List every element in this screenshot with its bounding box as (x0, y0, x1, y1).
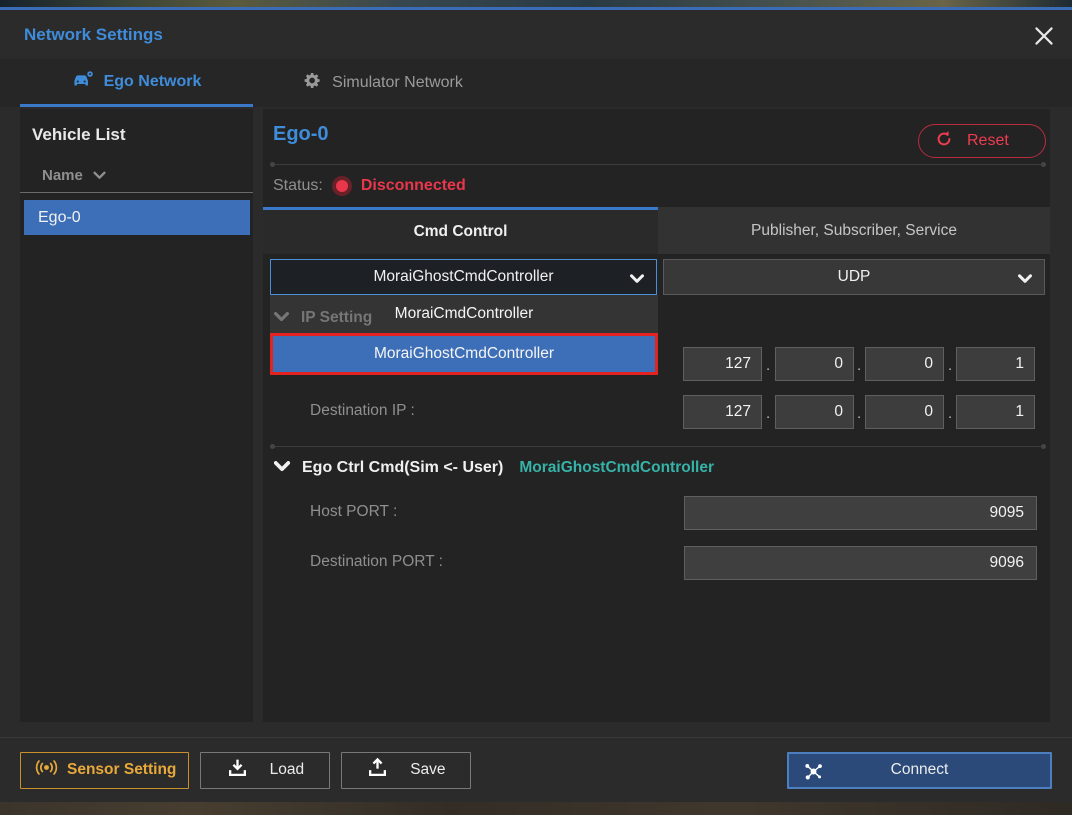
connect-button-label: Connect (891, 761, 949, 779)
ip-octet-input[interactable]: 1 (956, 347, 1035, 381)
ip-octet-input[interactable]: 0 (865, 395, 944, 429)
tab-ego-network[interactable]: Ego Network (20, 59, 253, 107)
dropdown-option-morai-cmd-controller[interactable]: MoraiCmdController (270, 295, 658, 333)
tab-simulator-network[interactable]: Simulator Network (275, 59, 491, 107)
load-button[interactable]: Load (200, 752, 330, 789)
footer-bar: Sensor Setting Load (0, 737, 1072, 802)
subtab-pss-label: Publisher, Subscriber, Service (751, 222, 957, 240)
octet-separator: . (766, 405, 770, 422)
screen: Network Settings Ego Network (0, 0, 1072, 815)
tab-ego-network-label: Ego Network (104, 73, 202, 91)
tab-simulator-network-label: Simulator Network (332, 74, 463, 92)
broadcast-icon (33, 759, 60, 781)
chevron-down-icon (630, 271, 644, 289)
destination-port-label: Destination PORT : (310, 553, 443, 571)
car-icon (72, 70, 94, 93)
cmd-controller-dropdown-options: MoraiCmdController MoraiGhostCmdControll… (270, 295, 658, 375)
dialog-content: Vehicle List Name Ego-0 Ego-0 (0, 107, 1072, 740)
octet-separator: . (948, 357, 952, 374)
destination-ip-label: Destination IP : (310, 402, 415, 420)
active-controller-name: MoraiGhostCmdController (519, 459, 714, 477)
connect-button[interactable]: Connect (787, 752, 1052, 789)
divider (272, 164, 1044, 165)
sensor-setting-label: Sensor Setting (67, 761, 176, 779)
reset-button-label: Reset (967, 132, 1009, 150)
octet-separator: . (948, 405, 952, 422)
gear-icon (303, 71, 322, 95)
save-button-label: Save (410, 761, 445, 779)
status-value: Disconnected (361, 177, 466, 195)
host-port-row: Host PORT : 9095 (263, 496, 1050, 530)
chevron-down-icon (274, 459, 290, 477)
network-nodes-icon (803, 761, 824, 787)
vehicle-list-item-ego-0[interactable]: Ego-0 (24, 200, 250, 235)
status-row: Status: Disconnected (273, 177, 466, 195)
save-button[interactable]: Save (341, 752, 471, 789)
cmd-controller-dropdown-value: MoraiGhostCmdController (373, 268, 553, 286)
ip-octet-input[interactable]: 0 (775, 395, 854, 429)
vehicle-list-name-header[interactable]: Name (20, 159, 253, 193)
ip-octet-input[interactable]: 1 (956, 395, 1035, 429)
subtab-publisher-subscriber-service[interactable]: Publisher, Subscriber, Service (658, 207, 1050, 254)
tab-bar: Ego Network Simulator Network (0, 59, 1072, 107)
octet-separator: . (766, 357, 770, 374)
sort-chevron-down-icon (93, 167, 106, 184)
status-label: Status: (273, 177, 323, 195)
octet-separator: . (857, 357, 861, 374)
network-settings-dialog: Network Settings Ego Network (0, 7, 1072, 802)
ego-settings-panel: Ego-0 Reset Status: Disconnected (263, 109, 1050, 722)
upload-icon (367, 757, 388, 783)
dialog-titlebar: Network Settings (0, 10, 1072, 59)
download-icon (227, 757, 248, 783)
subtab-cmd-control[interactable]: Cmd Control (263, 207, 658, 254)
selected-vehicle-heading: Ego-0 (273, 123, 329, 146)
destination-ip-row: Destination IP : 127 . 0 . 0 . 1 (263, 395, 1050, 429)
sub-tab-bar: Cmd Control Publisher, Subscriber, Servi… (263, 207, 1050, 254)
reset-button[interactable]: Reset (918, 124, 1046, 158)
name-column-label: Name (42, 167, 83, 184)
chevron-down-icon (1018, 271, 1032, 289)
ego-ctrl-cmd-section-header[interactable]: Ego Ctrl Cmd(Sim <- User) MoraiGhostCmdC… (274, 459, 714, 477)
ego-ctrl-cmd-section-label: Ego Ctrl Cmd(Sim <- User) (302, 459, 503, 477)
load-button-label: Load (270, 761, 304, 779)
background-scene-top (0, 0, 1072, 7)
vehicle-list-title: Vehicle List (20, 109, 253, 145)
host-port-input[interactable]: 9095 (684, 496, 1037, 530)
dialog-title: Network Settings (24, 25, 163, 45)
vehicle-list-panel: Vehicle List Name Ego-0 (20, 109, 253, 722)
status-dot-icon (336, 180, 348, 192)
dropdown-option-morai-ghost-cmd-controller[interactable]: MoraiGhostCmdController (270, 333, 658, 375)
cmd-controller-dropdown[interactable]: MoraiGhostCmdController (270, 259, 657, 295)
close-icon[interactable] (1030, 22, 1058, 50)
refresh-icon (935, 130, 953, 153)
divider (272, 446, 1044, 447)
host-port-label: Host PORT : (310, 503, 397, 521)
sensor-setting-button[interactable]: Sensor Setting (20, 752, 189, 789)
destination-port-input[interactable]: 9096 (684, 546, 1037, 580)
protocol-dropdown[interactable]: UDP (663, 259, 1045, 295)
octet-separator: . (857, 405, 861, 422)
ip-octet-input[interactable]: 0 (775, 347, 854, 381)
ip-octet-input[interactable]: 127 (683, 347, 762, 381)
protocol-dropdown-value: UDP (838, 268, 871, 286)
destination-port-row: Destination PORT : 9096 (263, 546, 1050, 580)
subtab-cmd-control-label: Cmd Control (414, 223, 508, 241)
ip-octet-input[interactable]: 0 (865, 347, 944, 381)
ip-octet-input[interactable]: 127 (683, 395, 762, 429)
